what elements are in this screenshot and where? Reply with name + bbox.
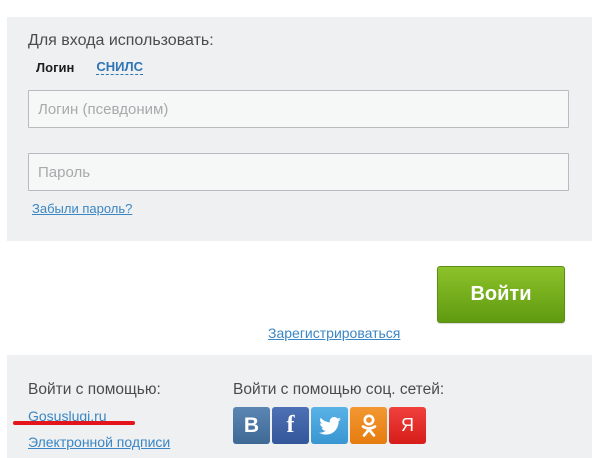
login-input[interactable] [28,90,569,128]
login-panel: Для входа использовать: Логин СНИЛС Забы… [7,17,592,241]
twitter-icon [318,416,341,435]
yandex-icon: Я [401,415,414,435]
alt-methods-heading: Войти с помощью: [28,381,161,398]
vk-login-button[interactable]: B [233,407,270,444]
tab-login[interactable]: Логин [36,60,74,75]
social-buttons-row: B f Я [233,407,426,444]
social-login-heading: Войти с помощью соц. сетей: [233,381,445,398]
login-submit-button[interactable]: Войти [437,266,565,323]
odnoklassniki-login-button[interactable] [350,407,387,444]
vk-icon: B [243,413,260,437]
facebook-login-button[interactable]: f [272,407,309,444]
forgot-password-link[interactable]: Забыли пароль? [32,201,132,216]
twitter-login-button[interactable] [311,407,348,444]
odnoklassniki-icon [361,414,376,437]
tab-snils[interactable]: СНИЛС [96,60,143,75]
red-underline-annotation [13,421,135,425]
alternative-login-panel: Войти с помощью: Войти с помощью соц. се… [7,355,592,458]
register-link[interactable]: Зарегистрироваться [268,325,400,341]
electronic-signature-link[interactable]: Электронной подписи [28,434,170,450]
login-mode-tabs: Логин СНИЛС [36,60,143,75]
password-input[interactable] [28,153,569,191]
yandex-login-button[interactable]: Я [389,407,426,444]
login-method-prompt: Для входа использовать: [28,32,214,49]
facebook-icon: f [286,412,295,438]
